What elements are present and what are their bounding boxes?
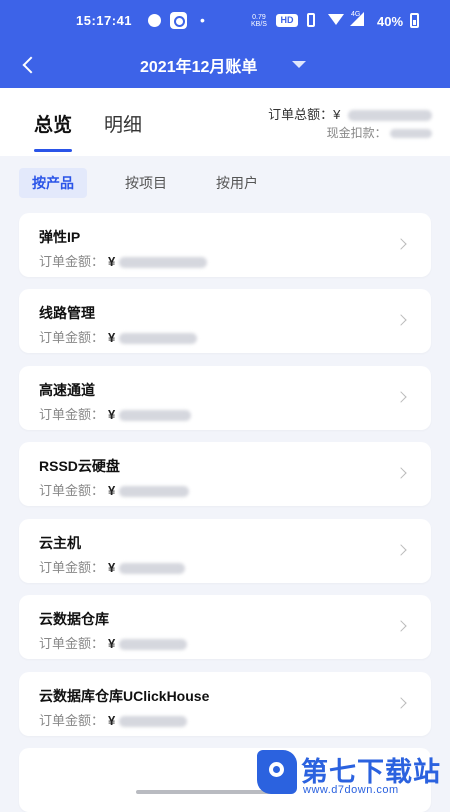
network-speed: 0.79 KB/S [251,14,267,28]
order-total-value-redacted [348,110,432,122]
order-amount: 订单金额： ¥ [39,251,207,270]
cell-network-type: 4G [351,11,361,18]
site-watermark: 第七下载站 www.d7down.com [257,746,447,800]
order-amount-redacted [118,486,189,498]
status-time: 15:17:41 [76,13,133,28]
back-arrow-icon[interactable] [20,54,42,76]
product-name: 弹性IP [39,229,81,245]
vibrate-icon [307,13,315,27]
app-notification-icon [148,14,161,27]
list-item[interactable]: 弹性IP 订单金额： ¥ [19,213,431,277]
watermark-logo-icon [257,750,297,794]
product-name: RSSD云硬盘 [39,458,120,474]
order-amount-label: 订单金额： [39,254,105,269]
chevron-right-icon [395,238,407,250]
network-speed-unit: KB/S [251,21,267,28]
chevron-right-icon [395,314,407,326]
order-amount: 订单金额： ¥ [39,633,187,652]
summary-panel: 总览 明细 订单总额：¥ 现金扣款： [0,88,450,156]
order-amount-currency: ¥ [108,713,116,728]
chevron-right-icon [395,620,407,632]
order-amount-redacted [118,333,197,345]
filter-by-user[interactable]: 按用户 [203,168,271,198]
product-name: 云数据库仓库UClickHouse [39,688,210,704]
network-speed-value: 0.79 [252,14,266,21]
product-name: 高速通道 [39,382,95,398]
battery-percent: 40% [377,14,404,29]
cash-deduction: 现金扣款： [327,124,432,141]
chevron-right-icon [395,391,407,403]
order-total-currency: ¥ [333,107,341,122]
list-item[interactable]: 云数据仓库 订单金额： ¥ [19,595,431,659]
cash-deduction-value-redacted [390,129,432,139]
product-name: 云主机 [39,535,81,551]
title-bar: 2021年12月账单 [0,42,450,88]
wifi-icon [328,14,344,25]
order-amount-label: 订单金额： [39,407,105,422]
order-amount-label: 订单金额： [39,636,105,651]
order-amount-label: 订单金额： [39,330,105,345]
battery-icon [410,13,419,28]
order-amount: 订单金额： ¥ [39,710,187,729]
order-amount: 订单金额： ¥ [39,327,197,346]
filter-by-product[interactable]: 按产品 [19,168,87,198]
order-amount-currency: ¥ [108,560,116,575]
order-amount-label: 订单金额： [39,713,105,728]
order-amount-redacted [118,639,187,651]
list-item[interactable]: 云主机 订单金额： ¥ [19,519,431,583]
watermark-url: www.d7down.com [303,784,399,796]
tab-details[interactable]: 明细 [104,110,142,137]
list-item[interactable]: RSSD云硬盘 订单金额： ¥ [19,442,431,506]
list-item[interactable]: 高速通道 订单金额： ¥ [19,366,431,430]
chevron-right-icon [395,544,407,556]
order-amount: 订单金额： ¥ [39,480,189,499]
chevron-right-icon [395,467,407,479]
browser-notification-icon [170,12,187,29]
product-name: 线路管理 [39,305,95,321]
group-by-filter: 按产品 按项目 按用户 [0,156,450,210]
product-name: 云数据仓库 [39,611,109,627]
order-total: 订单总额：¥ [268,104,432,123]
order-amount: 订单金额： ¥ [39,404,191,423]
order-amount-redacted [118,410,191,422]
dropdown-caret-icon[interactable] [292,61,306,68]
order-amount-redacted [118,563,185,575]
order-amount-redacted [118,716,187,728]
order-amount-currency: ¥ [108,330,116,345]
order-amount-currency: ¥ [108,407,116,422]
order-amount-redacted [118,257,207,269]
chevron-right-icon [395,697,407,709]
list-item[interactable]: 云数据库仓库UClickHouse 订单金额： ¥ [19,672,431,736]
order-total-label: 订单总额： [268,107,334,122]
bill-month-title[interactable]: 2021年12月账单 [140,53,257,77]
order-amount-label: 订单金额： [39,483,105,498]
order-amount: 订单金额： ¥ [39,557,185,576]
status-bar: 15:17:41 • 0.79 KB/S HD 4G 40% [0,0,450,42]
more-notifications-dot-icon: • [200,12,205,28]
hd-badge: HD [276,14,298,27]
order-amount-label: 订单金额： [39,560,105,575]
filter-by-project[interactable]: 按项目 [112,168,180,198]
order-amount-currency: ¥ [108,254,116,269]
list-item[interactable]: 线路管理 订单金额： ¥ [19,289,431,353]
order-amount-currency: ¥ [108,636,116,651]
tab-overview[interactable]: 总览 [34,110,73,152]
cash-deduction-label: 现金扣款： [326,126,387,140]
order-amount-currency: ¥ [108,483,116,498]
